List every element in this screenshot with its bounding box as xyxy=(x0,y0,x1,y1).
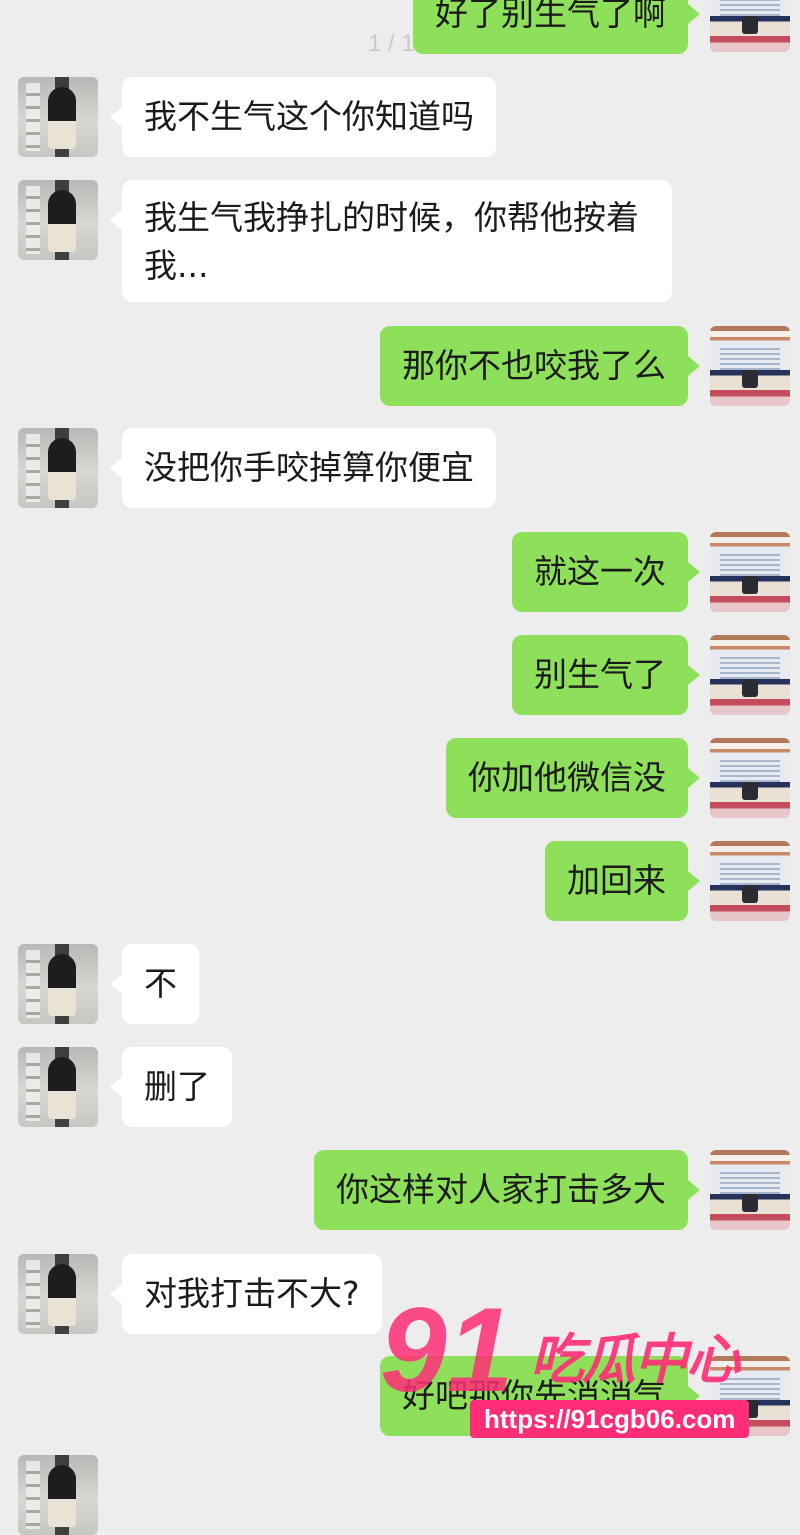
self-avatar[interactable] xyxy=(710,0,790,52)
watermark-logo: 91 xyxy=(380,1283,514,1417)
message-bubble-sent[interactable]: 好了别生气了啊 xyxy=(413,0,700,54)
message-bubble-received[interactable]: 没把你手咬掉算你便宜 xyxy=(110,428,496,508)
watermark-url: https://91cgb06.com xyxy=(470,1400,750,1438)
contact-avatar[interactable] xyxy=(18,1047,98,1127)
message-bubble-sent[interactable]: 就这一次 xyxy=(512,532,700,612)
message-bubble-received[interactable]: 不 xyxy=(110,944,199,1024)
self-avatar[interactable] xyxy=(710,326,790,406)
message-bubble-sent[interactable]: 加回来 xyxy=(545,841,700,921)
message-bubble-sent[interactable]: 你这样对人家打击多大 xyxy=(314,1150,700,1230)
message-bubble-received[interactable]: 我生气我挣扎的时候，你帮他按着我... xyxy=(110,180,672,302)
message-bubble-sent[interactable]: 别生气了 xyxy=(512,635,700,715)
page-indicator: 1 / 1 xyxy=(368,30,415,57)
self-avatar[interactable] xyxy=(710,738,790,818)
message-bubble-received[interactable]: 对我打击不大? xyxy=(110,1254,382,1334)
watermark-name: 吃瓜中心 xyxy=(530,1328,740,1391)
self-avatar[interactable] xyxy=(710,532,790,612)
contact-avatar[interactable] xyxy=(18,1455,98,1535)
contact-avatar[interactable] xyxy=(18,428,98,508)
message-bubble-sent[interactable]: 那你不也咬我了么 xyxy=(380,326,700,406)
self-avatar[interactable] xyxy=(710,635,790,715)
contact-avatar[interactable] xyxy=(18,1254,98,1334)
message-bubble-sent[interactable]: 你加他微信没 xyxy=(446,738,700,818)
message-bubble-received[interactable]: 删了 xyxy=(110,1047,232,1127)
message-bubble-received[interactable]: 我不生气这个你知道吗 xyxy=(110,77,496,157)
contact-avatar[interactable] xyxy=(18,180,98,260)
self-avatar[interactable] xyxy=(710,1150,790,1230)
contact-avatar[interactable] xyxy=(18,944,98,1024)
contact-avatar[interactable] xyxy=(18,77,98,157)
self-avatar[interactable] xyxy=(710,841,790,921)
